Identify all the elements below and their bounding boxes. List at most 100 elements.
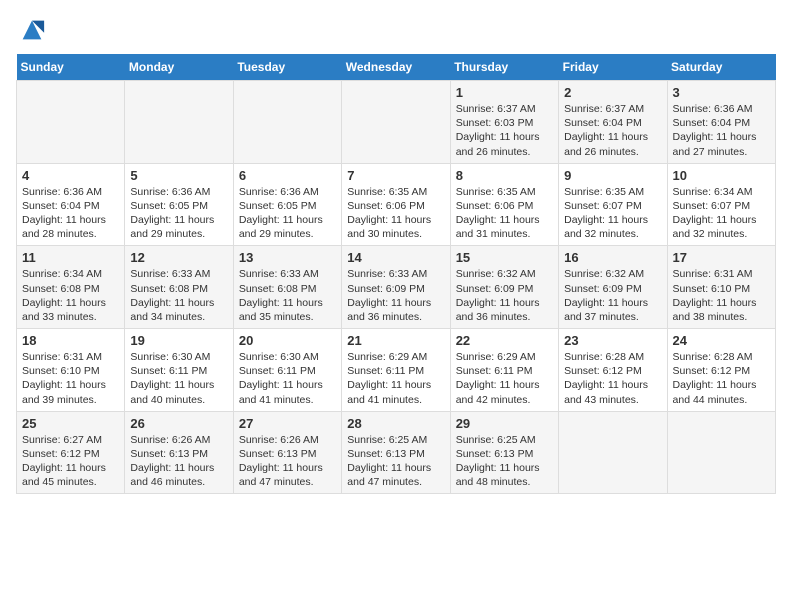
calendar-cell — [125, 81, 233, 164]
calendar-cell: 2 Sunrise: 6:37 AM Sunset: 6:04 PM Daylig… — [559, 81, 667, 164]
day-info: Sunrise: 6:28 AM Sunset: 6:12 PM Dayligh… — [564, 350, 661, 407]
logo — [16, 16, 46, 44]
day-number: 4 — [22, 168, 119, 183]
day-number: 3 — [673, 85, 770, 100]
calendar-week-5: 25 Sunrise: 6:27 AM Sunset: 6:12 PM Dayli… — [17, 411, 776, 494]
day-number: 17 — [673, 250, 770, 265]
day-info: Sunrise: 6:30 AM Sunset: 6:11 PM Dayligh… — [130, 350, 227, 407]
day-number: 9 — [564, 168, 661, 183]
day-info: Sunrise: 6:36 AM Sunset: 6:05 PM Dayligh… — [239, 185, 336, 242]
day-info: Sunrise: 6:35 AM Sunset: 6:06 PM Dayligh… — [456, 185, 553, 242]
calendar-cell — [17, 81, 125, 164]
day-info: Sunrise: 6:35 AM Sunset: 6:06 PM Dayligh… — [347, 185, 444, 242]
calendar-cell: 10Sunrise: 6:34 AM Sunset: 6:07 PM Dayli… — [667, 163, 775, 246]
weekday-header-saturday: Saturday — [667, 54, 775, 81]
day-number: 24 — [673, 333, 770, 348]
calendar-cell: 12 Sunrise: 6:33 AM Sunset: 6:08 PM Dayli… — [125, 246, 233, 329]
calendar-cell: 25 Sunrise: 6:27 AM Sunset: 6:12 PM Dayli… — [17, 411, 125, 494]
calendar-cell: 11 Sunrise: 6:34 AM Sunset: 6:08 PM Dayli… — [17, 246, 125, 329]
weekday-header-thursday: Thursday — [450, 54, 558, 81]
day-number: 16 — [564, 250, 661, 265]
logo-icon — [18, 16, 46, 44]
day-info: Sunrise: 6:30 AM Sunset: 6:11 PM Dayligh… — [239, 350, 336, 407]
day-info: Sunrise: 6:27 AM Sunset: 6:12 PM Dayligh… — [22, 433, 119, 490]
calendar-cell: 29Sunrise: 6:25 AM Sunset: 6:13 PM Dayli… — [450, 411, 558, 494]
day-info: Sunrise: 6:36 AM Sunset: 6:04 PM Dayligh… — [673, 102, 770, 159]
calendar-cell: 13Sunrise: 6:33 AM Sunset: 6:08 PM Dayli… — [233, 246, 341, 329]
calendar-cell: 3 Sunrise: 6:36 AM Sunset: 6:04 PM Daylig… — [667, 81, 775, 164]
calendar-cell: 9 Sunrise: 6:35 AM Sunset: 6:07 PM Daylig… — [559, 163, 667, 246]
calendar-cell: 18 Sunrise: 6:31 AM Sunset: 6:10 PM Dayli… — [17, 329, 125, 412]
day-info: Sunrise: 6:33 AM Sunset: 6:08 PM Dayligh… — [130, 267, 227, 324]
calendar-week-4: 18 Sunrise: 6:31 AM Sunset: 6:10 PM Dayli… — [17, 329, 776, 412]
day-number: 5 — [130, 168, 227, 183]
day-number: 27 — [239, 416, 336, 431]
calendar-week-1: 1Sunrise: 6:37 AM Sunset: 6:03 PM Daylig… — [17, 81, 776, 164]
day-number: 7 — [347, 168, 444, 183]
day-info: Sunrise: 6:25 AM Sunset: 6:13 PM Dayligh… — [347, 433, 444, 490]
calendar-cell — [233, 81, 341, 164]
weekday-header-tuesday: Tuesday — [233, 54, 341, 81]
day-number: 28 — [347, 416, 444, 431]
day-info: Sunrise: 6:33 AM Sunset: 6:09 PM Dayligh… — [347, 267, 444, 324]
day-info: Sunrise: 6:28 AM Sunset: 6:12 PM Dayligh… — [673, 350, 770, 407]
calendar-cell: 22Sunrise: 6:29 AM Sunset: 6:11 PM Dayli… — [450, 329, 558, 412]
day-info: Sunrise: 6:34 AM Sunset: 6:08 PM Dayligh… — [22, 267, 119, 324]
day-number: 26 — [130, 416, 227, 431]
day-info: Sunrise: 6:26 AM Sunset: 6:13 PM Dayligh… — [239, 433, 336, 490]
day-number: 22 — [456, 333, 553, 348]
calendar-body: 1Sunrise: 6:37 AM Sunset: 6:03 PM Daylig… — [17, 81, 776, 494]
day-number: 23 — [564, 333, 661, 348]
day-number: 21 — [347, 333, 444, 348]
day-info: Sunrise: 6:35 AM Sunset: 6:07 PM Dayligh… — [564, 185, 661, 242]
calendar-cell — [559, 411, 667, 494]
calendar-cell: 4Sunrise: 6:36 AM Sunset: 6:04 PM Daylig… — [17, 163, 125, 246]
weekday-header-wednesday: Wednesday — [342, 54, 450, 81]
calendar-cell: 15 Sunrise: 6:32 AM Sunset: 6:09 PM Dayli… — [450, 246, 558, 329]
day-info: Sunrise: 6:32 AM Sunset: 6:09 PM Dayligh… — [564, 267, 661, 324]
day-info: Sunrise: 6:32 AM Sunset: 6:09 PM Dayligh… — [456, 267, 553, 324]
day-info: Sunrise: 6:31 AM Sunset: 6:10 PM Dayligh… — [22, 350, 119, 407]
calendar-cell: 6 Sunrise: 6:36 AM Sunset: 6:05 PM Daylig… — [233, 163, 341, 246]
calendar-cell: 26 Sunrise: 6:26 AM Sunset: 6:13 PM Dayli… — [125, 411, 233, 494]
calendar-cell: 21 Sunrise: 6:29 AM Sunset: 6:11 PM Dayli… — [342, 329, 450, 412]
day-number: 12 — [130, 250, 227, 265]
day-info: Sunrise: 6:29 AM Sunset: 6:11 PM Dayligh… — [347, 350, 444, 407]
day-number: 1 — [456, 85, 553, 100]
calendar-cell — [342, 81, 450, 164]
day-number: 20 — [239, 333, 336, 348]
weekday-header-sunday: Sunday — [17, 54, 125, 81]
calendar-cell: 19 Sunrise: 6:30 AM Sunset: 6:11 PM Dayli… — [125, 329, 233, 412]
day-number: 2 — [564, 85, 661, 100]
day-info: Sunrise: 6:31 AM Sunset: 6:10 PM Dayligh… — [673, 267, 770, 324]
calendar-cell: 28 Sunrise: 6:25 AM Sunset: 6:13 PM Dayli… — [342, 411, 450, 494]
calendar-cell: 23 Sunrise: 6:28 AM Sunset: 6:12 PM Dayli… — [559, 329, 667, 412]
calendar-week-3: 11 Sunrise: 6:34 AM Sunset: 6:08 PM Dayli… — [17, 246, 776, 329]
calendar-cell: 24 Sunrise: 6:28 AM Sunset: 6:12 PM Dayli… — [667, 329, 775, 412]
page-header — [16, 16, 776, 44]
day-number: 29 — [456, 416, 553, 431]
calendar-cell: 8 Sunrise: 6:35 AM Sunset: 6:06 PM Daylig… — [450, 163, 558, 246]
day-info: Sunrise: 6:33 AM Sunset: 6:08 PM Dayligh… — [239, 267, 336, 324]
calendar-cell: 7 Sunrise: 6:35 AM Sunset: 6:06 PM Daylig… — [342, 163, 450, 246]
weekday-header-monday: Monday — [125, 54, 233, 81]
day-number: 8 — [456, 168, 553, 183]
day-number: 15 — [456, 250, 553, 265]
day-number: 19 — [130, 333, 227, 348]
day-info: Sunrise: 6:26 AM Sunset: 6:13 PM Dayligh… — [130, 433, 227, 490]
day-number: 11 — [22, 250, 119, 265]
calendar-cell: 27 Sunrise: 6:26 AM Sunset: 6:13 PM Dayli… — [233, 411, 341, 494]
day-number: 14 — [347, 250, 444, 265]
calendar-cell — [667, 411, 775, 494]
weekday-header-friday: Friday — [559, 54, 667, 81]
calendar-week-2: 4Sunrise: 6:36 AM Sunset: 6:04 PM Daylig… — [17, 163, 776, 246]
day-number: 18 — [22, 333, 119, 348]
day-info: Sunrise: 6:37 AM Sunset: 6:04 PM Dayligh… — [564, 102, 661, 159]
day-info: Sunrise: 6:34 AM Sunset: 6:07 PM Dayligh… — [673, 185, 770, 242]
calendar-cell: 14 Sunrise: 6:33 AM Sunset: 6:09 PM Dayli… — [342, 246, 450, 329]
calendar-cell: 17 Sunrise: 6:31 AM Sunset: 6:10 PM Dayli… — [667, 246, 775, 329]
calendar-cell: 1Sunrise: 6:37 AM Sunset: 6:03 PM Daylig… — [450, 81, 558, 164]
day-number: 25 — [22, 416, 119, 431]
calendar-table: SundayMondayTuesdayWednesdayThursdayFrid… — [16, 54, 776, 494]
day-number: 6 — [239, 168, 336, 183]
